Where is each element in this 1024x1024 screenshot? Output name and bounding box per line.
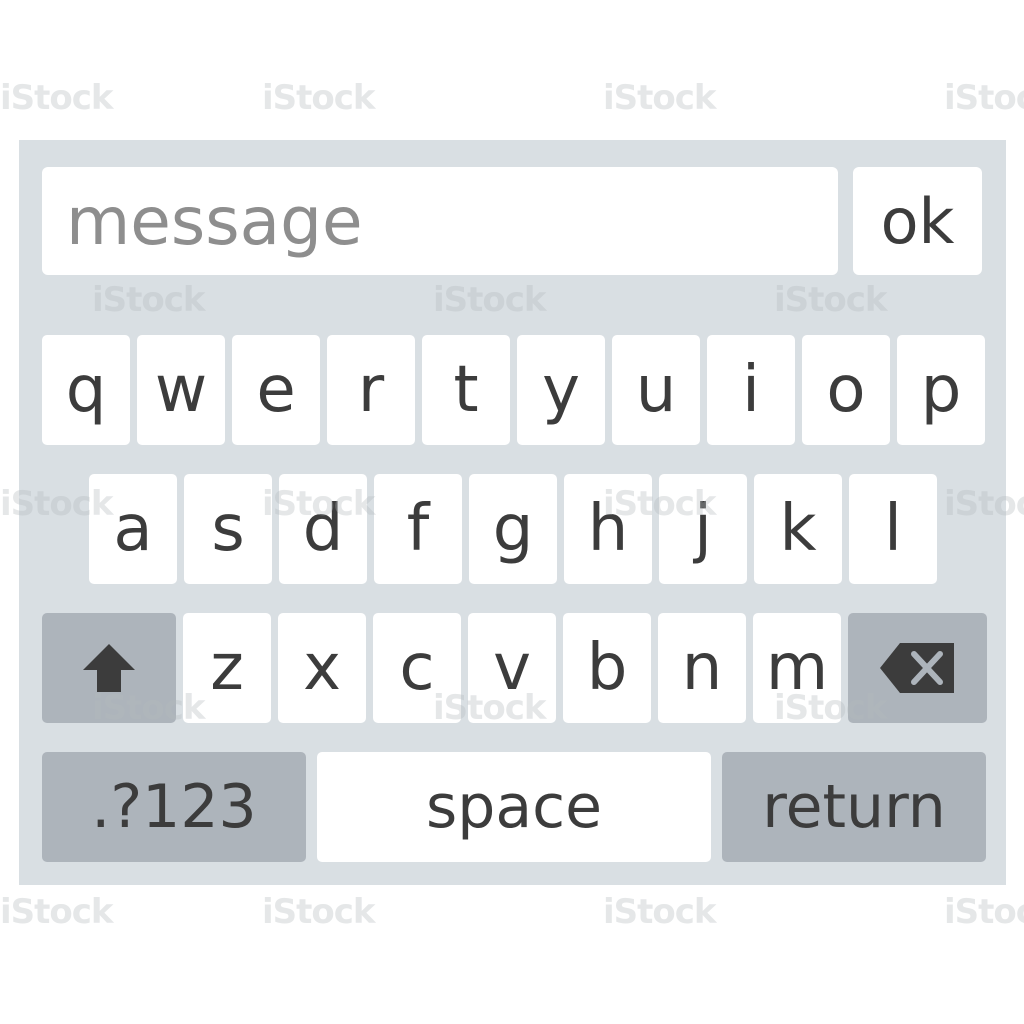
key-o[interactable]: o bbox=[802, 335, 890, 445]
shift-key[interactable] bbox=[42, 613, 176, 723]
key-k[interactable]: k bbox=[754, 474, 842, 584]
key-f[interactable]: f bbox=[374, 474, 462, 584]
key-n[interactable]: n bbox=[658, 613, 746, 723]
key-c[interactable]: c bbox=[373, 613, 461, 723]
keyboard-row-2: a s d f g h j k l bbox=[89, 474, 937, 584]
watermark: iStock bbox=[0, 892, 114, 932]
shift-arrow-up-icon bbox=[83, 644, 135, 692]
keyboard: ok q w e r t y u i o p a s d f g h j k l… bbox=[19, 140, 1006, 885]
key-j[interactable]: j bbox=[659, 474, 747, 584]
key-w[interactable]: w bbox=[137, 335, 225, 445]
key-z[interactable]: z bbox=[183, 613, 271, 723]
backspace-key[interactable] bbox=[848, 613, 987, 723]
watermark: iStock bbox=[603, 892, 717, 932]
key-h[interactable]: h bbox=[564, 474, 652, 584]
ok-button[interactable]: ok bbox=[853, 167, 982, 275]
watermark: iStock bbox=[944, 892, 1024, 932]
keyboard-row-4: .?123 space return bbox=[42, 752, 986, 862]
message-input[interactable] bbox=[42, 167, 838, 275]
keyboard-row-3: z x c v b n m bbox=[42, 613, 987, 723]
backspace-x-icon bbox=[879, 643, 954, 693]
key-s[interactable]: s bbox=[184, 474, 272, 584]
watermark: iStock bbox=[0, 78, 114, 118]
key-q[interactable]: q bbox=[42, 335, 130, 445]
key-v[interactable]: v bbox=[468, 613, 556, 723]
key-g[interactable]: g bbox=[469, 474, 557, 584]
space-key[interactable]: space bbox=[317, 752, 711, 862]
key-d[interactable]: d bbox=[279, 474, 367, 584]
key-p[interactable]: p bbox=[897, 335, 985, 445]
key-r[interactable]: r bbox=[327, 335, 415, 445]
key-m[interactable]: m bbox=[753, 613, 841, 723]
watermark: iStock bbox=[262, 78, 376, 118]
numbers-key[interactable]: .?123 bbox=[42, 752, 306, 862]
key-a[interactable]: a bbox=[89, 474, 177, 584]
return-key[interactable]: return bbox=[722, 752, 986, 862]
watermark: iStock bbox=[944, 78, 1024, 118]
key-e[interactable]: e bbox=[232, 335, 320, 445]
key-x[interactable]: x bbox=[278, 613, 366, 723]
watermark: iStock bbox=[603, 78, 717, 118]
key-t[interactable]: t bbox=[422, 335, 510, 445]
key-b[interactable]: b bbox=[563, 613, 651, 723]
keyboard-row-1: q w e r t y u i o p bbox=[42, 335, 985, 445]
key-i[interactable]: i bbox=[707, 335, 795, 445]
key-y[interactable]: y bbox=[517, 335, 605, 445]
watermark: iStock bbox=[262, 892, 376, 932]
key-l[interactable]: l bbox=[849, 474, 937, 584]
key-u[interactable]: u bbox=[612, 335, 700, 445]
